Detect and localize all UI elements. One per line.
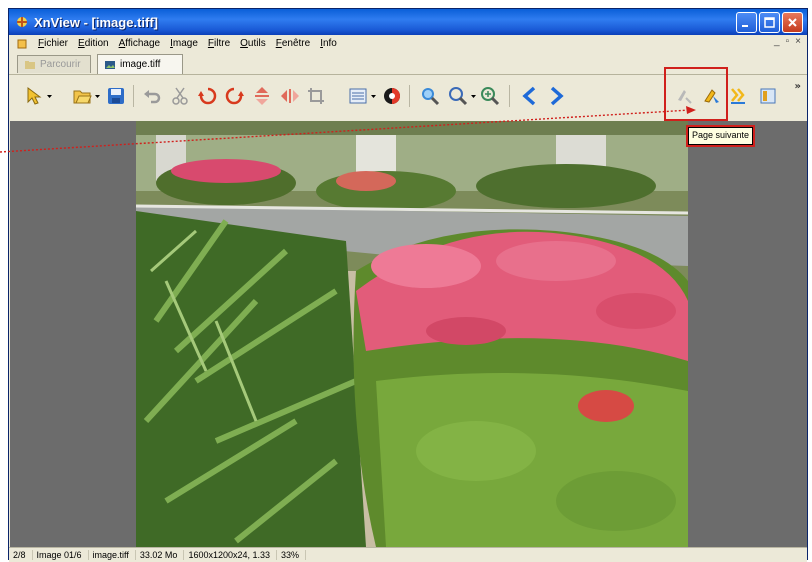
status-file-size: 33.02 Mo [136,550,185,560]
select-dropdown-icon[interactable] [47,94,52,99]
open-folder-icon [73,90,92,104]
tab-browser[interactable]: Parcourir [17,55,91,73]
save-button[interactable] [105,85,127,107]
rotate-right-icon [225,87,244,105]
toolbar-separator [409,85,410,107]
color-button[interactable] [381,85,403,107]
photo [136,121,688,547]
select-button[interactable] [23,85,45,107]
tab-image[interactable]: image.tiff [97,54,183,74]
next-icon [550,86,564,106]
fullscreen-icon [760,88,776,104]
undo-button[interactable] [141,85,163,107]
adjust-icon [349,88,367,104]
xnview-window: XnView - [image.tiff] Fichier Edition Af… [8,8,808,562]
status-dimensions: 1600x1200x24, 1.33 [184,550,278,560]
maximize-icon [764,17,775,28]
xnview-logo-icon [17,17,27,27]
zoom-fit-button[interactable] [479,85,501,107]
cut-icon [172,87,188,105]
previous-icon [522,86,536,106]
menu-bar: Fichier Edition Affichage Image Filtre O… [9,35,807,52]
select-icon [27,87,42,105]
save-icon [108,88,124,104]
mdi-close-button[interactable]: × [795,36,801,47]
next-page-button[interactable] [701,85,723,107]
zoom-in-button[interactable] [419,85,441,107]
menu-image[interactable]: Image [165,38,203,49]
window-controls [736,12,803,33]
rotate-left-button[interactable] [197,85,219,107]
window-title: XnView - [image.tiff] [34,14,158,30]
flip-vertical-button[interactable] [251,85,273,107]
zoom-in-icon [422,88,440,106]
status-image-index: Image 01/6 [33,550,89,560]
browser-icon [25,60,35,69]
menu-info[interactable]: Info [315,38,342,49]
minimize-button[interactable] [736,12,757,33]
tooltip: Page suivante [688,127,754,145]
zoom-dropdown-icon[interactable] [471,94,476,99]
adjust-button[interactable] [347,85,369,107]
first-page-button[interactable] [673,85,695,107]
title-bar[interactable]: XnView - [image.tiff] [9,9,807,35]
next-button[interactable] [545,85,567,107]
mdi-controls: _ ▫ × [774,36,801,47]
menu-outils[interactable]: Outils [235,38,271,49]
crop-button[interactable] [305,85,327,107]
last-page-button[interactable] [727,85,749,107]
rotate-right-button[interactable] [223,85,245,107]
zoom-fit-icon [481,87,500,106]
rotate-left-icon [198,87,217,105]
open-button[interactable] [71,85,93,107]
menu-fichier[interactable]: Fichier [33,38,73,49]
close-button[interactable] [782,12,803,33]
undo-icon [144,90,161,104]
toolbar-separator [509,85,510,107]
mdi-restore-button[interactable]: ▫ [786,36,790,47]
tab-browser-label: Parcourir [40,59,81,70]
menu-filtre[interactable]: Filtre [203,38,235,49]
minimize-icon [742,25,748,27]
open-dropdown-icon[interactable] [95,94,100,99]
flip-vertical-icon [255,87,269,105]
image-viewer[interactable] [10,121,807,547]
toolbar: » [9,75,807,121]
previous-button[interactable] [519,85,541,107]
menu-fenetre[interactable]: Fenêtre [271,38,315,49]
flip-horizontal-icon [281,89,299,103]
image-file-icon [105,60,115,69]
status-page: 2/8 [9,550,33,560]
document-icon [17,39,27,48]
mdi-minimize-button[interactable]: _ [774,36,780,47]
last-page-icon [731,88,745,104]
maximize-button[interactable] [759,12,780,33]
zoom-icon [449,87,468,106]
status-filename: image.tiff [89,550,136,560]
zoom-button[interactable] [447,85,469,107]
menu-edition[interactable]: Edition [73,38,114,49]
status-zoom: 33% [277,550,307,560]
close-icon [788,18,797,27]
toolbar-separator [133,85,134,107]
next-page-icon [704,89,719,103]
tab-bar: Parcourir image.tiff [9,52,807,75]
tab-image-label: image.tiff [120,59,161,70]
flip-horizontal-button[interactable] [279,85,301,107]
fullscreen-button[interactable] [757,85,779,107]
color-icon [384,88,400,104]
menu-affichage[interactable]: Affichage [114,38,166,49]
toolbar-overflow-button[interactable]: » [795,81,801,92]
crop-icon [308,88,324,104]
adjust-dropdown-icon[interactable] [371,94,376,99]
flower-garden-photo [136,121,688,547]
cut-button[interactable] [169,85,191,107]
first-page-icon [678,90,692,104]
